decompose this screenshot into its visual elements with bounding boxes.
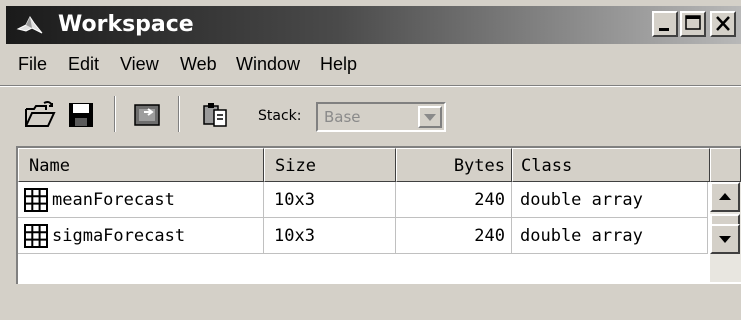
menu-separator — [0, 85, 741, 87]
variable-name: meanForecast — [52, 190, 175, 210]
array-grid-icon — [24, 188, 48, 212]
menu-web[interactable]: Web — [180, 54, 217, 75]
variable-bytes: 240 — [474, 226, 505, 246]
column-header-name[interactable]: Name — [18, 148, 264, 182]
menu-edit[interactable]: Edit — [68, 54, 99, 75]
cell-size: 10x3 — [264, 182, 396, 218]
menu-view[interactable]: View — [120, 54, 159, 75]
clear-workspace-button[interactable] — [200, 100, 232, 130]
stack-dropdown[interactable]: Base — [316, 102, 446, 132]
stack-dropdown-arrow[interactable] — [418, 106, 442, 128]
workspace-table: Name Size Bytes Class meanForecast 10x3 — [16, 146, 741, 284]
open-folder-icon — [25, 101, 56, 127]
vertical-scrollbar[interactable] — [710, 182, 741, 282]
table-row[interactable]: sigmaForecast 10x3 240 double array — [18, 218, 708, 254]
variable-class: double array — [520, 190, 643, 210]
maximize-button[interactable] — [680, 11, 706, 37]
column-header-name-label: Name — [29, 156, 70, 176]
open-button[interactable] — [24, 100, 56, 130]
column-header-size-label: Size — [275, 156, 316, 176]
import-data-icon — [134, 104, 160, 126]
variable-name: sigmaForecast — [52, 226, 186, 246]
import-data-button[interactable] — [132, 100, 164, 130]
scroll-down-button[interactable] — [710, 224, 740, 254]
toolbar: Stack: Base — [0, 88, 741, 138]
array-grid-icon — [24, 224, 48, 248]
column-header-class-label: Class — [521, 156, 573, 176]
column-header-bytes-label: Bytes — [453, 156, 505, 176]
stack-dropdown-value: Base — [324, 108, 361, 126]
clipboard-icon — [203, 103, 227, 127]
minimize-button[interactable] — [652, 11, 678, 37]
scroll-up-button[interactable] — [710, 182, 740, 212]
stack-label: Stack: — [258, 108, 302, 124]
cell-class: double array — [512, 218, 708, 254]
column-header-bytes[interactable]: Bytes — [396, 148, 512, 182]
window-title: Workspace — [58, 12, 194, 37]
save-button[interactable] — [66, 100, 98, 130]
variable-class: double array — [520, 226, 643, 246]
maximize-icon — [685, 15, 701, 30]
cell-bytes: 240 — [396, 218, 512, 254]
arrow-up-icon — [719, 193, 731, 200]
menu-bar: File Edit View Web Window Help — [0, 48, 741, 82]
menu-help[interactable]: Help — [320, 54, 357, 75]
close-icon — [716, 16, 730, 31]
minimize-icon — [659, 28, 669, 31]
cell-bytes: 240 — [396, 182, 512, 218]
menu-window[interactable]: Window — [236, 54, 300, 75]
column-header-class[interactable]: Class — [512, 148, 710, 182]
title-bar[interactable]: Workspace — [6, 6, 741, 44]
variable-bytes: 240 — [474, 190, 505, 210]
variable-size: 10x3 — [274, 226, 315, 246]
close-button[interactable] — [710, 11, 736, 37]
column-header-size[interactable]: Size — [264, 148, 396, 182]
variable-size: 10x3 — [274, 190, 315, 210]
cell-name: meanForecast — [18, 182, 264, 218]
menu-file[interactable]: File — [18, 54, 47, 75]
matlab-logo-icon — [16, 16, 43, 34]
cell-name: sigmaForecast — [18, 218, 264, 254]
column-header-corner — [710, 148, 741, 182]
save-disk-icon — [69, 103, 93, 127]
arrow-down-icon — [719, 236, 731, 243]
cell-class: double array — [512, 182, 708, 218]
toolbar-separator — [114, 96, 116, 132]
chevron-down-icon — [424, 114, 436, 121]
workspace-window: Workspace File Edit View Web Window Help — [0, 0, 741, 320]
table-row[interactable]: meanForecast 10x3 240 double array — [18, 182, 708, 218]
toolbar-separator — [178, 96, 180, 132]
cell-size: 10x3 — [264, 218, 396, 254]
